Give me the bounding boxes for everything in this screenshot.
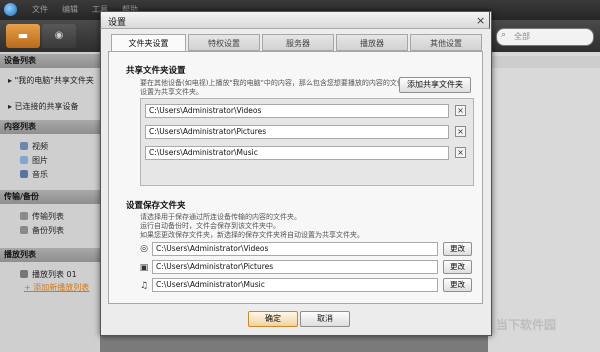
section-transfer: 传输/备份 [0, 190, 100, 204]
change-folder-button[interactable]: 更改 [443, 242, 472, 256]
tab-server[interactable]: 服务器 [262, 34, 334, 51]
search-input[interactable] [496, 28, 594, 46]
shared-folder-path: C:\Users\Administrator\Music [145, 146, 449, 160]
picture-icon: ▣ [139, 263, 149, 273]
picture-icon [20, 156, 28, 164]
sidebar-item-label: "我的电脑"共享文件夹 [14, 76, 94, 85]
menu-file[interactable]: 文件 [32, 4, 48, 15]
section-playlists: 播放列表 [0, 248, 100, 262]
remove-folder-button[interactable]: × [455, 147, 466, 158]
music-icon [20, 170, 28, 178]
sidebar-item-connected-devices[interactable]: ▸ 已连接的共享设备 [8, 101, 79, 112]
sidebar-item-label: 已连接的共享设备 [14, 102, 79, 111]
change-folder-button[interactable]: 更改 [443, 278, 472, 292]
menu-edit[interactable]: 编辑 [62, 4, 78, 15]
right-panel [488, 52, 600, 352]
remove-folder-button[interactable]: × [455, 126, 466, 137]
search-placeholder: 全部 [514, 32, 530, 41]
add-shared-folder-button[interactable]: 添加共享文件夹 [399, 77, 471, 93]
tab-player[interactable]: 播放器 [336, 34, 408, 51]
zoom-slider[interactable] [488, 56, 600, 68]
save-folder-path-videos: C:\Users\Administrator\Videos [152, 242, 438, 256]
share-section-title: 共享文件夹设置 [126, 66, 186, 76]
tab-folder-settings[interactable]: 文件夹设置 [111, 34, 186, 52]
app-logo-icon [4, 3, 17, 16]
video-icon: ◎ [140, 244, 148, 254]
playlist-icon [20, 270, 28, 278]
watermark: 当下软件园 [496, 318, 557, 332]
save-folder-path-pictures: C:\Users\Administrator\Pictures [152, 260, 438, 274]
sidebar-item-pictures[interactable]: 图片 [32, 155, 48, 166]
music-note-icon: ♫ [139, 281, 149, 291]
play-icon: ◉ [54, 30, 64, 41]
tab-privilege-settings[interactable]: 特权设置 [188, 34, 260, 51]
dialog-title: 设置 [108, 18, 127, 28]
search-icon: ⌕ [501, 30, 507, 40]
sidebar-item-playlist-01[interactable]: 播放列表 01 [32, 269, 77, 280]
video-icon [20, 142, 28, 150]
section-devices: 设备列表 [0, 54, 100, 68]
close-icon[interactable]: × [476, 14, 485, 27]
sidebar-item-my-computer[interactable]: ▸ "我的电脑"共享文件夹 [8, 75, 94, 86]
folder-icon: ▬ [17, 29, 29, 42]
save-description-line3: 如果您更改保存文件夹，新选择的保存文件夹将自动设置为共享文件夹。 [140, 231, 364, 239]
sidebar-item-music[interactable]: 音乐 [32, 169, 48, 180]
sidebar-item-transfer-list[interactable]: 传输列表 [32, 211, 64, 222]
backup-icon [20, 226, 28, 234]
media-view-button[interactable]: ◉ [42, 24, 76, 48]
dialog-titlebar [100, 11, 490, 29]
add-playlist-link[interactable]: + 添加新播放列表 [24, 282, 89, 293]
shared-folder-path: C:\Users\Administrator\Pictures [145, 125, 449, 139]
section-content: 内容列表 [0, 120, 100, 134]
shared-folder-path: C:\Users\Administrator\Videos [145, 104, 449, 118]
add-playlist-label: 添加新播放列表 [33, 283, 90, 292]
change-folder-button[interactable]: 更改 [443, 260, 472, 274]
cancel-button[interactable]: 取消 [300, 311, 350, 327]
tab-other-settings[interactable]: 其他设置 [410, 34, 482, 51]
sidebar-item-backup-list[interactable]: 备份列表 [32, 225, 64, 236]
remove-folder-button[interactable]: × [455, 105, 466, 116]
save-section-title: 设置保存文件夹 [126, 201, 186, 211]
ok-button[interactable]: 确定 [248, 311, 298, 327]
share-description-line2: 设置为共享文件夹。 [140, 88, 203, 96]
folder-view-button[interactable]: ▬ [6, 24, 40, 48]
sidebar-item-video[interactable]: 视频 [32, 141, 48, 152]
save-folder-path-music: C:\Users\Administrator\Music [152, 278, 438, 292]
transfer-icon [20, 212, 28, 220]
